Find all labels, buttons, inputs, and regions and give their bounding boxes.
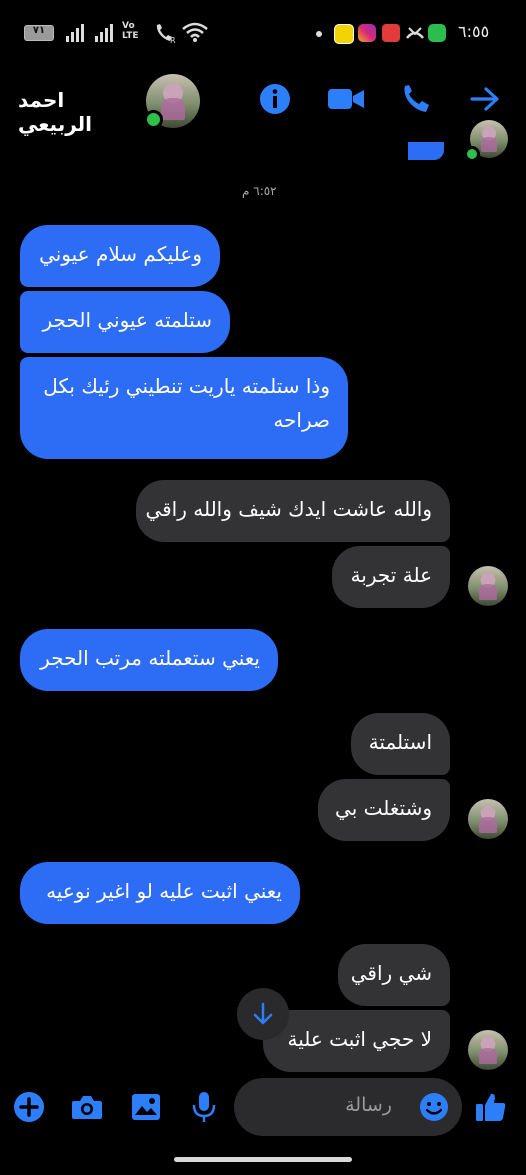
snapchat-notification-icon [334,24,354,44]
contact-avatar-small [468,1030,508,1070]
missed-call-icon [405,24,425,46]
camera-button[interactable] [70,1090,104,1124]
notification-dot [316,31,322,37]
contact-avatar-small [468,566,508,606]
phone-icon [404,85,429,112]
whatsapp-notification-icon [428,24,446,42]
message-bubble-incoming[interactable]: لا حجي اثبت علية [263,1010,450,1072]
status-bar: ٧١ Vo LTE R ٦:٥٥ [0,0,526,66]
online-indicator [144,110,163,129]
message-bubble-outgoing[interactable]: وعليكم سلام عيوني [20,225,220,287]
like-button[interactable] [474,1090,508,1124]
previous-message-partial-2 [398,142,408,160]
voice-call-button[interactable] [398,82,432,116]
message-bubble-outgoing[interactable]: يعني اثبت عليه لو اغير نوعيه [20,862,300,924]
scroll-to-bottom-button[interactable] [237,988,289,1040]
volte-label: Vo LTE [122,21,139,41]
message-bubble-incoming[interactable]: علة تجربة [332,546,450,608]
camera-icon [72,1096,102,1119]
emoji-button[interactable] [419,1092,449,1126]
clock: ٦:٥٥ [458,22,490,41]
video-call-button[interactable] [326,82,366,116]
instagram-notification-icon [358,24,376,42]
contact-avatar-small [468,799,508,839]
message-bubble-incoming[interactable]: شي راقي [338,944,450,1006]
add-button[interactable] [12,1090,46,1124]
svg-text:R: R [170,36,176,44]
forward-button[interactable] [468,82,502,116]
thumbs-up-icon [476,1093,506,1121]
message-input[interactable]: رسالة [234,1078,462,1136]
voice-message-button[interactable] [187,1090,221,1124]
message-bubble-incoming[interactable]: والله عاشت ايدك شيف والله راقي [136,480,450,542]
home-indicator[interactable] [174,1157,352,1162]
message-bubble-outgoing[interactable]: وذا ستلمته ياريت تنطيني رئيك بكل صراحه [20,357,348,459]
message-bubble-incoming[interactable]: وشتغلت بي [318,779,450,841]
app-notification-icon [382,24,400,42]
image-icon [132,1094,160,1120]
microphone-icon [192,1092,216,1122]
message-bubble-outgoing[interactable]: ستلمته عيوني الحجر [20,291,230,353]
message-bubble-incoming[interactable]: استلمتة [351,713,450,775]
message-input-placeholder: رسالة [345,1094,392,1116]
info-button[interactable] [258,82,292,116]
arrow-down-icon [253,1002,273,1025]
info-icon [260,84,290,114]
arrow-right-icon [470,87,499,111]
message-bubble-outgoing[interactable]: يعني ستعملته مرتب الحجر [20,629,278,691]
signal-icon-2 [95,24,115,46]
gallery-button[interactable] [129,1090,163,1124]
timestamp: ٦:٥٢ م [242,184,277,198]
wifi-calling-icon: R [153,22,177,48]
video-camera-icon [328,89,364,109]
battery-level: ٧١ [32,25,46,36]
online-indicator-small [464,146,480,162]
wifi-icon [182,22,208,46]
contact-name[interactable]: احمد الربيعي [18,88,138,136]
plus-icon [14,1092,44,1122]
battery-icon: ٧١ [24,25,54,41]
emoji-icon [420,1093,448,1121]
signal-icon [66,24,86,46]
